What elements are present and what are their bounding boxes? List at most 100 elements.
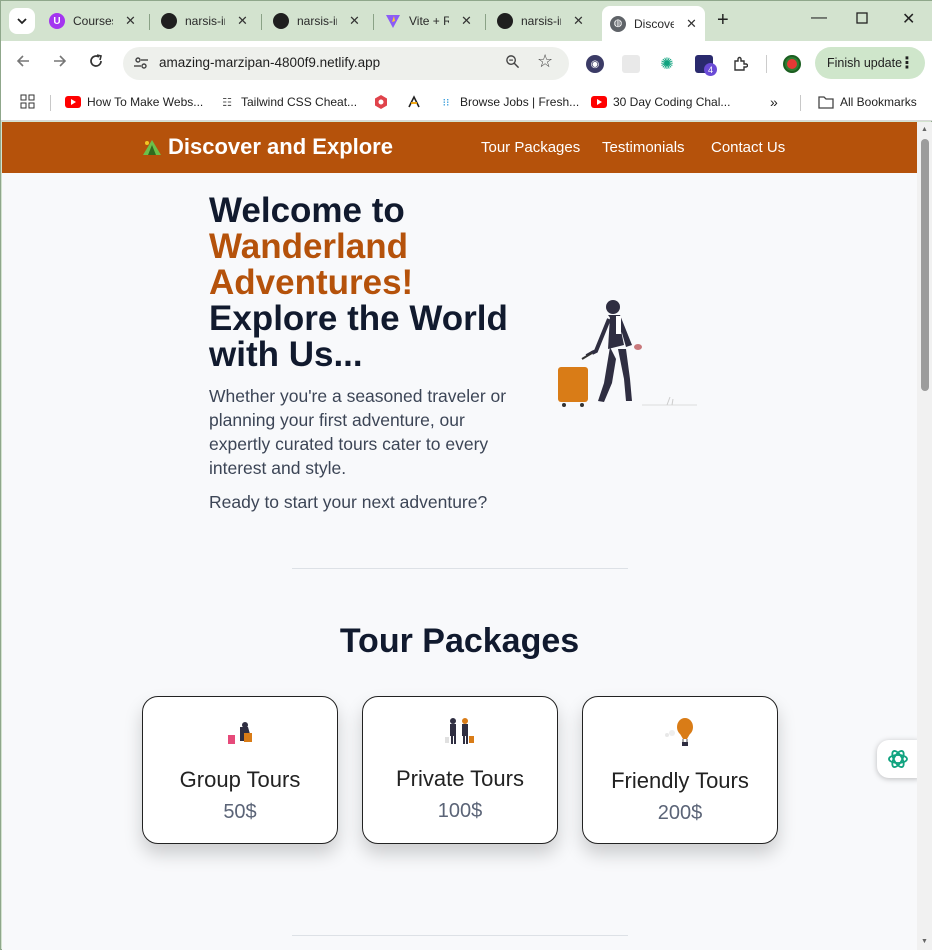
back-button[interactable] [15,53,31,74]
package-card-private[interactable]: Private Tours 100$ [362,696,558,844]
maximize-icon [856,12,868,24]
tab-courses[interactable]: U Courses ✕ [49,6,136,36]
site-brand[interactable]: Discover and Explore [142,134,393,160]
chatgpt-sidebar-button[interactable] [877,740,919,778]
tab-title: narsis-ir [297,14,337,28]
zoom-icon[interactable] [505,54,520,72]
package-name: Friendly Tours [611,768,749,793]
tour-packages-heading: Tour Packages [339,622,580,660]
profile-avatar[interactable] [783,55,801,73]
tab-divider [373,14,374,30]
hero-heading-line2: Explore the World with Us... [209,299,508,374]
bookmark-react[interactable] [373,94,395,110]
group-tours-illustration [143,721,337,751]
nav-contact-us[interactable]: Contact Us [711,139,785,156]
tab-strip: U Courses ✕ narsis-ir ✕ narsis-ir ✕ Vite… [1,1,932,41]
github-icon [161,13,177,29]
github-icon [273,13,289,29]
extension-icon-4[interactable]: 4 [695,55,717,76]
forward-arrow-icon [54,55,67,67]
tab-vite[interactable]: Vite + R ✕ [385,6,472,36]
tab-divider [149,14,150,30]
tab-github-3[interactable]: narsis-ir ✕ [497,6,584,36]
tab-title: Discover [634,16,674,31]
tab-github-2[interactable]: narsis-ir ✕ [273,6,360,36]
package-card-friendly[interactable]: Friendly Tours 200$ [582,696,778,844]
package-price: 200$ [657,802,703,824]
url-text[interactable]: amazing-marzipan-4800f9.netlify.app [159,55,380,70]
private-tours-illustration [363,717,557,747]
tab-close-icon[interactable]: ✕ [125,13,136,29]
scroll-down-arrow-icon[interactable]: ▼ [921,938,928,945]
close-window-button[interactable]: ✕ [902,9,915,29]
tab-close-icon[interactable]: ✕ [237,13,248,29]
globe-icon: ◍ [610,15,626,32]
package-name: Private Tours [396,766,524,791]
traveler-with-suitcase-illustration [558,300,697,407]
forward-button[interactable] [52,53,68,74]
tailwind-icon: ☷ [222,96,232,109]
address-bar[interactable]: amazing-marzipan-4800f9.netlify.app ☆ [123,47,569,80]
freshworks-icon [406,94,422,110]
youtube-icon [65,94,81,110]
package-name: Group Tours [179,767,301,792]
nav-testimonials[interactable]: Testimonials [602,139,685,156]
package-card-group[interactable]: Group Tours 50$ [142,696,338,844]
tab-search-button[interactable] [9,8,35,34]
page-scrollbar[interactable]: ▲ ▼ [917,122,932,950]
package-price: 50$ [223,801,257,823]
scrollbar-thumb[interactable] [921,139,929,391]
bookmark-tailwind-cheatsheet[interactable]: ☷ Tailwind CSS Cheat... [219,94,357,110]
all-bookmarks-folder[interactable]: All Bookmarks [818,94,917,110]
scroll-up-arrow-icon[interactable]: ▲ [921,126,928,133]
hero-paragraph: Whether you're a seasoned traveler or pl… [209,386,507,478]
nav-tour-packages[interactable]: Tour Packages [481,139,580,156]
bookmark-30-day-coding[interactable]: 30 Day Coding Chal... [591,94,730,110]
apps-grid-icon [20,94,35,109]
tab-title: Vite + R [409,14,449,28]
chatgpt-extension-icon[interactable]: ✺ [658,55,676,73]
tab-discover-active[interactable]: ◍ Discover ✕ [602,6,705,41]
maximize-button[interactable] [856,11,868,29]
apps-grid-button[interactable] [20,94,35,109]
hero-heading-line1: Welcome to [209,191,405,230]
hero-cta-text: Ready to start your next adventure? [209,492,488,512]
github-icon [497,13,513,29]
extension-icon-2[interactable] [622,55,640,73]
chevron-down-icon [17,18,27,25]
youtube-icon [591,94,607,110]
bookmark-browse-jobs[interactable]: ⁝⁝ Browse Jobs | Fresh... [438,94,580,110]
minimize-button[interactable]: — [811,9,827,27]
toolbar-divider [766,55,767,73]
hero-heading-accent: Wanderland Adventures! [209,227,414,302]
section-divider [292,935,628,936]
vite-icon [385,13,401,29]
bookmark-label: 30 Day Coding Chal... [613,95,731,109]
extensions-puzzle-icon[interactable] [731,55,749,73]
finish-update-label: Finish update [827,56,903,70]
new-tab-button[interactable]: + [717,9,729,32]
reload-icon [90,54,102,67]
more-menu-icon[interactable]: ⋮ [899,53,915,73]
hero-heading: Welcome to Wanderland Adventures! Explor… [209,193,539,373]
browser-toolbar: amazing-marzipan-4800f9.netlify.app ☆ ◉ … [1,41,932,85]
package-price: 100$ [437,800,483,822]
tab-close-icon[interactable]: ✕ [461,13,472,29]
bookmark-star-icon[interactable]: ☆ [537,51,553,72]
jobs-icon: ⁝⁝ [442,96,450,109]
reload-button[interactable] [88,53,104,74]
tab-close-icon[interactable]: ✕ [686,16,697,32]
extension-icon-1[interactable]: ◉ [586,55,604,73]
tab-github-1[interactable]: narsis-ir ✕ [161,6,248,36]
all-bookmarks-label: All Bookmarks [840,95,917,109]
folder-icon [818,94,834,110]
bookmark-freshworks[interactable] [406,94,428,110]
site-settings-icon[interactable] [133,55,149,71]
tab-close-icon[interactable]: ✕ [573,13,584,29]
tab-divider [485,14,486,30]
tab-close-icon[interactable]: ✕ [349,13,360,29]
chatgpt-icon [888,750,908,768]
finish-update-button[interactable]: Finish update ⋮ [815,47,925,79]
more-bookmarks-button[interactable]: » [770,94,778,110]
bookmark-how-to-make-websites[interactable]: How To Make Webs... [65,94,203,110]
